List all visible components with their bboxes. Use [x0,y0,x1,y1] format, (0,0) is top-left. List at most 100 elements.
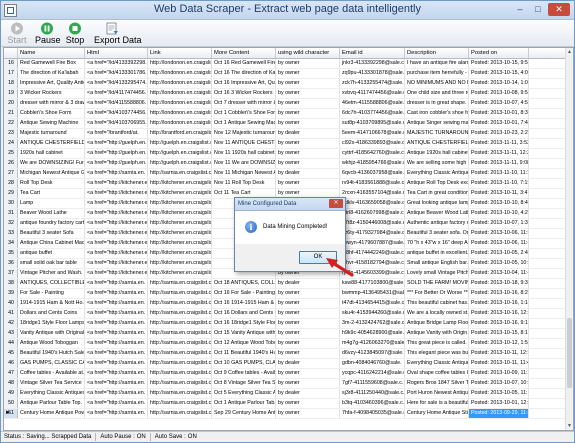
cell-name[interactable]: antique foundry factory cart [18,219,85,228]
cell-posted-on[interactable]: Posted: 2013-10-05, 11:14AM [469,389,529,398]
cell-more-content[interactable]: Oct 9 Coffee tables - Availa. [212,369,276,378]
cell-wild-character[interactable]: by dealer [276,129,340,138]
cell-posted-on[interactable]: Posted: 2013-10-23, 2:26PM [469,129,529,138]
cell-more-content[interactable]: Sep 29 Century Home Antiq. [212,409,276,418]
cell-posted-on[interactable]: Posted: 2013-10-16, 8:27PM [469,289,529,298]
cell-more-content[interactable]: Oct 1 Cobbler\'s Shoe Form [212,109,276,118]
cell-link[interactable]: http://kitchener.en.craigslist. [148,239,212,248]
stop-button[interactable]: Stop [63,21,87,45]
cell-name[interactable]: small solid oak bar table [18,259,85,268]
cell-link[interactable]: http://kitchener.en.craigslist. [148,259,212,268]
cell-more-content[interactable]: Nov 11 1920s hall cabinet [212,149,276,158]
cell-wild-character[interactable]: by owner [276,369,340,378]
cell-more-content[interactable]: Nov 11 ANTIQUE CHESTERF. [212,139,276,148]
cell-wild-character[interactable]: by owner [276,89,340,98]
table-row[interactable]: 49 Everything Classic Antiques <a href="ht… [4,389,568,399]
cell-description[interactable]: Lovely small Vintage Pitch. [405,269,469,278]
cell-wild-character[interactable]: by owner [276,59,340,68]
cell-posted-on[interactable]: Posted: 2013-11-11, 12:36PM [469,149,529,158]
cell-name[interactable]: ANTIQUES, COLLECTIBLES. [18,279,85,288]
cell-description[interactable]: Small antique English bar. [405,259,469,268]
table-row[interactable]: 42 18ridge1 Style Floor Lamps <a href="htt… [4,319,568,329]
cell-link[interactable]: http://londonon.en.craigslist. [148,109,212,118]
cell-html[interactable]: <a href="http://sarnia.en. [85,319,148,328]
cell-posted-on[interactable]: Posted: 2013-10-05, 10:36AM [469,259,529,268]
cell-posted-on[interactable]: Posted: 2013-11-11, 9:08AM [469,159,529,168]
cell-posted-on[interactable]: Posted: 2013-10-16, 1:11PM [469,299,529,308]
row-number-cell[interactable]: 36 [4,259,18,268]
cell-more-content[interactable]: Nov 11 Roll Top Desk [212,179,276,188]
cell-html[interactable]: <a href="/kt/4133295474. [85,79,148,88]
cell-link[interactable]: http://londonon.en.craigslist. [148,89,212,98]
cell-link[interactable]: http://sarnia.en.craigslist.ca/. [148,329,212,338]
cell-html[interactable]: <a href="/kt/4133301786. [85,69,148,78]
cell-email-id[interactable]: ksw88-4177103800@sale. [340,279,405,288]
cell-link[interactable]: http://guelph.en.craigslist.ca/. [148,149,212,158]
row-number-cell[interactable]: 44 [4,339,18,348]
cell-name[interactable]: Michigan Newest Antique Ga. [18,169,85,178]
cell-description[interactable]: purchase item herrefully - st. [405,69,469,78]
cell-html[interactable]: <a href="http://sarnia.en. [85,359,148,368]
cell-name[interactable]: The direction of Ka'labah [18,69,85,78]
cell-description[interactable]: Antique Beaver Wood Lath. [405,209,469,218]
column-header-name[interactable]: Name [18,48,85,58]
cell-description[interactable]: Antique Vanity with Origin. [405,329,469,338]
cell-description[interactable]: I have an antique fire alarm. [405,59,469,68]
cell-email-id[interactable]: jnkr3-4133392298@sale.c. [340,59,405,68]
cell-link[interactable]: http://kitchener.en.craigslist. [148,199,212,208]
row-number-cell[interactable]: 30 [4,199,18,208]
cell-more-content[interactable]: Oct 10 GAS PUMPS, CLASSI. [212,359,276,368]
cell-email-id[interactable]: cyttrf-4185642760@sale.c. [340,149,405,158]
cell-description[interactable]: Authentic antique factory ca. [405,219,469,228]
cell-name[interactable]: GAS PUMPS, CLASSIC CAR. [18,359,85,368]
cell-wild-character[interactable]: by owner [276,179,340,188]
cell-more-content[interactable]: Oct 16 Red Gamewell Fire Box [212,59,276,68]
row-number-cell[interactable]: 32 [4,219,18,228]
cell-link[interactable]: http://kitchener.en.craigslist. [148,209,212,218]
row-number-cell[interactable]: 43 [4,329,18,338]
minimize-button[interactable]: – [512,3,528,16]
cell-description[interactable]: Antique Singer sewing mach. [405,119,469,128]
cell-description[interactable]: Great looking antique lamp. [405,199,469,208]
cell-email-id[interactable]: wtrl8-4162607998@sale.c. [340,209,405,218]
cell-email-id[interactable]: 6dc7h-4103774456@sale.c. [340,109,405,118]
cell-html[interactable]: <a href="http://kitchener.en. [85,269,148,278]
cell-email-id[interactable]: 6qvcb-4136037958@sale. [340,169,405,178]
table-row[interactable]: 21 Cobbler\'s Shoe Form <a href="/kt/41037… [4,109,568,119]
cell-link[interactable]: http://kitchener.en.craigslist. [148,249,212,258]
cell-description[interactable]: Century Home Antique Stit. [405,409,469,418]
cell-wild-character[interactable]: by owner [276,79,340,88]
cell-posted-on[interactable]: Posted: 2013-10-12, 1:50PM [469,339,529,348]
cell-wild-character[interactable]: by owner [276,299,340,308]
cell-posted-on[interactable]: Posted: 2013-10-07, 4:51PM [469,99,529,108]
table-row[interactable]: 48 Vintage Silver Tea Service <a href="htt… [4,379,568,389]
cell-html[interactable]: <a href="http://sarnia.en. [85,339,148,348]
cell-html[interactable]: <a href="/kt/4103706955. [85,119,148,128]
table-row[interactable]: 38 ANTIQUES, COLLECTIBLES. <a href="http:/… [4,279,568,289]
cell-name[interactable]: Antique Sewing Machine [18,119,85,128]
cell-html[interactable]: <a href="http://sarnia.en. [85,349,148,358]
cell-name[interactable]: 3 Wicker Rockers [18,89,85,98]
table-row[interactable]: 17 The direction of Ka'labah <a href="/kt/… [4,69,568,79]
table-row[interactable]: 24 ANTIQUE CHESTERFIELD <a href="http://gu… [4,139,568,149]
cell-description[interactable]: Tea Cart in great condition. [405,189,469,198]
table-row[interactable]: 20 dresser with mirror & 3 drawe. <a href=… [4,99,568,109]
table-row[interactable]: 39 For Sale - Painting <a href="http://sar… [4,289,568,299]
cell-name[interactable]: Tea Cart [18,189,85,198]
table-row[interactable]: 19 3 Wicker Rockers <a href="/kt/411747445… [4,89,568,99]
cell-html[interactable]: <a href="http://sarnia.en. [85,299,148,308]
table-row[interactable]: 26 We are DOWNSIZING! Furn. <a href="http:… [4,159,568,169]
cell-name[interactable]: We are DOWNSIZING! Furn. [18,159,85,168]
cell-posted-on[interactable]: Posted: 2013-10-15, 4:07PM [469,69,529,78]
table-row[interactable]: 18 Impressive Art, Quality Antiq. <a href=… [4,79,568,89]
cell-link[interactable]: http://kitchener.en.craigslist. [148,269,212,278]
cell-link[interactable]: http://londonon.en.craigslist. [148,79,212,88]
cell-more-content[interactable]: Oct 18 ANTIQUES, COLLEC. [212,279,276,288]
row-number-cell[interactable]: 46 [4,359,18,368]
cell-description[interactable]: dresser is in great shape. D. [405,99,469,108]
cell-email-id[interactable]: h9k9c-4054628900@sale. [340,329,405,338]
scroll-up-icon[interactable]: ▲ [566,48,573,56]
row-number-cell[interactable]: 16 [4,59,18,68]
table-row[interactable]: 50 Antique Parlour Table Top. <a href="htt… [4,399,568,409]
maximize-button[interactable]: □ [530,3,546,16]
